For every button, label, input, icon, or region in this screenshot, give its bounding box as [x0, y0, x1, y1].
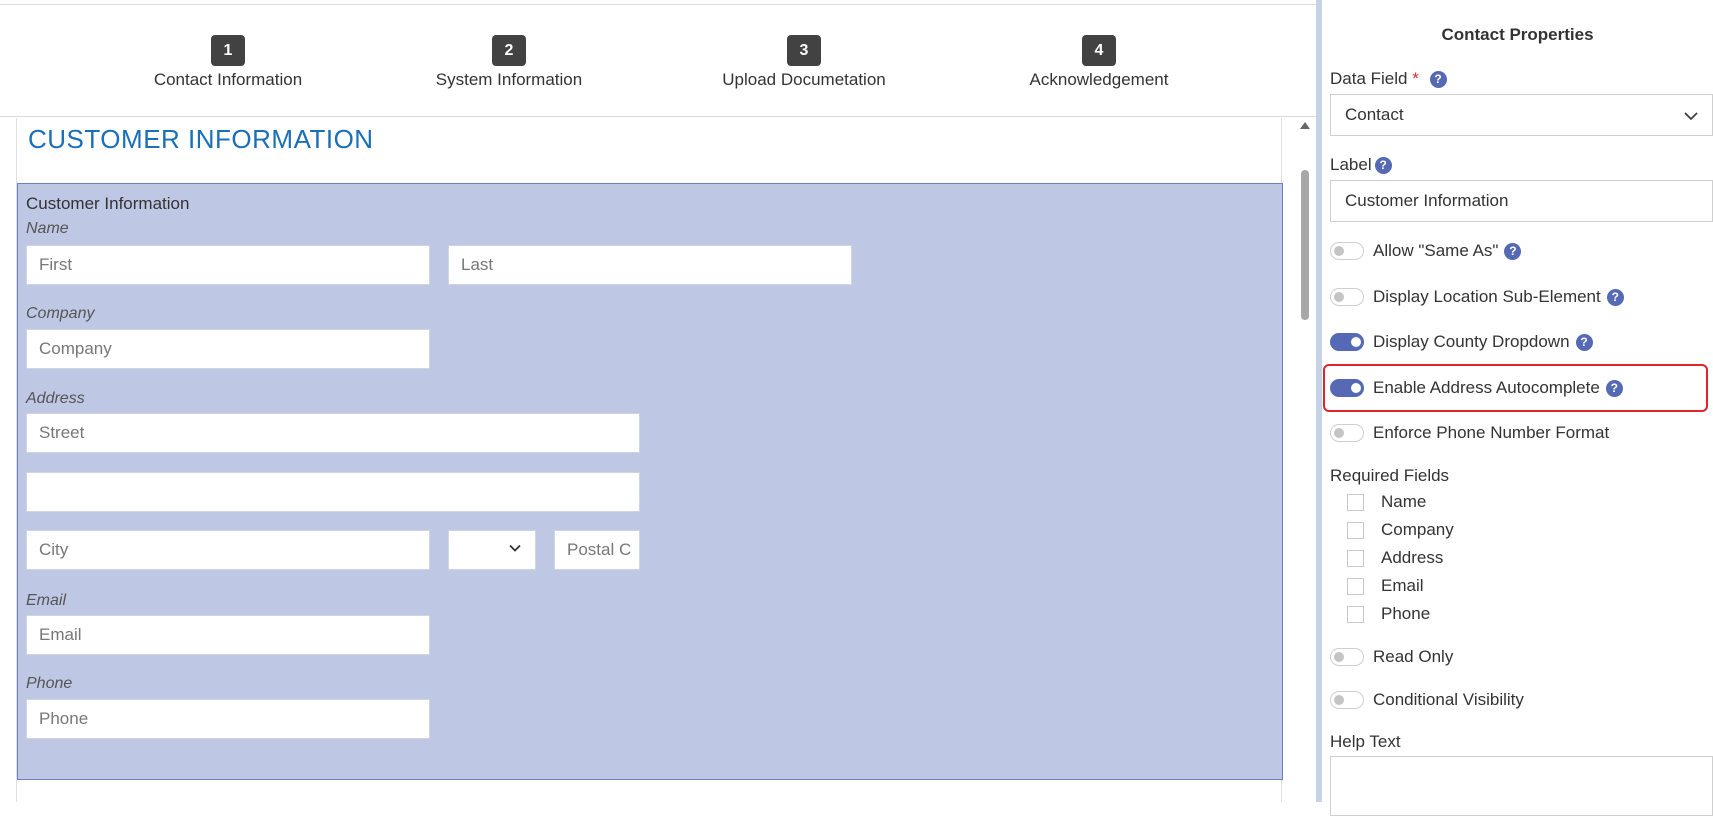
- panel-title: Contact Properties: [1441, 25, 1594, 44]
- top-divider: [0, 4, 1316, 5]
- toggle-label: Display County Dropdown: [1373, 332, 1570, 351]
- data-field-select[interactable]: Contact: [1330, 94, 1713, 136]
- checkbox-label: Name: [1381, 492, 1427, 511]
- last-name-input[interactable]: Last: [448, 245, 852, 285]
- step-label: System Information: [435, 70, 583, 89]
- step-upload-documentation[interactable]: 3 Upload Documetation: [674, 35, 934, 90]
- chevron-down-icon: [509, 544, 521, 552]
- phone-label: Phone: [26, 675, 73, 692]
- company-input[interactable]: Company: [26, 329, 430, 369]
- help-text-label: Help Text: [1330, 732, 1401, 751]
- help-icon[interactable]: ?: [1606, 288, 1624, 306]
- toggle-label: Enforce Phone Number Format: [1373, 423, 1610, 442]
- address-label: Address: [26, 390, 85, 407]
- step-label: Upload Documetation: [722, 70, 886, 89]
- state-select[interactable]: [448, 530, 536, 570]
- required-asterisk: *: [1412, 69, 1419, 88]
- step-number: 3: [787, 35, 821, 66]
- toggle-row-read-only: Read Only: [1330, 645, 1453, 669]
- conditional-visibility-toggle[interactable]: [1330, 691, 1364, 709]
- checkbox[interactable]: [1347, 549, 1364, 567]
- required-field-company[interactable]: Company: [1347, 520, 1454, 540]
- checkbox-label: Address: [1381, 548, 1444, 567]
- label-input[interactable]: Customer Information: [1330, 180, 1713, 222]
- checkbox-label: Email: [1381, 576, 1424, 595]
- label-field-label-text: Label: [1330, 155, 1372, 174]
- toggle-knob: [1334, 652, 1344, 662]
- data-field-label-text: Data Field: [1330, 69, 1408, 88]
- checkbox-label: Company: [1381, 520, 1454, 539]
- scroll-up-arrow-icon[interactable]: [1300, 122, 1310, 129]
- street-input[interactable]: Street: [26, 413, 640, 453]
- allow-same-as-toggle[interactable]: [1330, 242, 1364, 260]
- toggle-row-display-county-dropdown: Display County Dropdown ?: [1330, 330, 1593, 354]
- step-number: 1: [211, 35, 245, 66]
- required-field-name[interactable]: Name: [1347, 492, 1426, 512]
- toggle-knob: [1334, 292, 1344, 302]
- required-field-address[interactable]: Address: [1347, 548, 1443, 568]
- scroll-thumb[interactable]: [1301, 170, 1309, 320]
- chevron-down-icon: [1684, 112, 1698, 121]
- toggle-knob: [1334, 246, 1344, 256]
- help-icon[interactable]: ?: [1429, 71, 1447, 89]
- help-text-textarea[interactable]: [1330, 756, 1713, 816]
- postal-code-input[interactable]: Postal C: [554, 530, 640, 570]
- contact-element-selected[interactable]: Customer Information Name First Last Com…: [17, 183, 1283, 780]
- required-fields-label: Required Fields: [1330, 466, 1450, 485]
- help-icon[interactable]: ?: [1575, 333, 1593, 351]
- first-name-input[interactable]: First: [26, 245, 430, 285]
- company-label: Company: [26, 305, 95, 322]
- required-field-phone[interactable]: Phone: [1347, 604, 1430, 624]
- toggle-label: Display Location Sub-Element: [1373, 287, 1601, 306]
- step-acknowledgement[interactable]: 4 Acknowledgement: [969, 35, 1229, 90]
- data-field-value: Contact: [1345, 105, 1404, 124]
- checkbox[interactable]: [1347, 605, 1364, 623]
- step-label: Contact Information: [153, 70, 303, 89]
- toggle-row-enforce-phone-number-format: Enforce Phone Number Format: [1330, 421, 1609, 445]
- toggle-label: Read Only: [1373, 647, 1454, 666]
- label-field-label: Label?: [1330, 155, 1392, 175]
- toggle-knob: [1334, 695, 1344, 705]
- form-builder-area: 1 Contact Information 2 System Informati…: [0, 0, 1316, 802]
- data-field-label: Data Field * ?: [1330, 69, 1447, 89]
- toggle-row-conditional-visibility: Conditional Visibility: [1330, 688, 1524, 712]
- enforce-phone-number-format-toggle[interactable]: [1330, 424, 1364, 442]
- help-icon[interactable]: ?: [1374, 157, 1392, 175]
- toggle-label: Allow "Same As": [1373, 241, 1499, 260]
- step-system-information[interactable]: 2 System Information: [379, 35, 639, 90]
- toggle-label: Conditional Visibility: [1373, 690, 1524, 709]
- form-canvas: CUSTOMER INFORMATION Customer Informatio…: [16, 118, 1283, 802]
- highlight-box: [1323, 364, 1708, 412]
- read-only-toggle[interactable]: [1330, 648, 1364, 666]
- checkbox[interactable]: [1347, 521, 1364, 539]
- required-field-email[interactable]: Email: [1347, 576, 1424, 596]
- step-label: Acknowledgement: [1029, 70, 1169, 89]
- step-navigation: 1 Contact Information 2 System Informati…: [0, 6, 1316, 117]
- email-label: Email: [26, 592, 67, 609]
- toggle-row-display-location-sub-element: Display Location Sub-Element ?: [1330, 285, 1624, 309]
- phone-input[interactable]: Phone: [26, 699, 430, 739]
- toggle-row-allow-same-as: Allow "Same As" ?: [1330, 239, 1522, 263]
- block-title: Customer Information: [26, 194, 190, 213]
- street-line-2-input[interactable]: [26, 472, 640, 512]
- display-location-sub-element-toggle[interactable]: [1330, 288, 1364, 306]
- email-input[interactable]: Email: [26, 615, 430, 655]
- toggle-knob: [1351, 337, 1361, 347]
- canvas-scrollbar[interactable]: [1298, 118, 1312, 802]
- city-input[interactable]: City: [26, 530, 430, 570]
- step-number: 2: [492, 35, 526, 66]
- help-icon[interactable]: ?: [1504, 242, 1522, 260]
- display-county-dropdown-toggle[interactable]: [1330, 333, 1364, 351]
- checkbox[interactable]: [1347, 493, 1364, 511]
- checkbox[interactable]: [1347, 577, 1364, 595]
- step-contact-information[interactable]: 1 Contact Information: [98, 35, 358, 90]
- checkbox-label: Phone: [1381, 604, 1431, 623]
- toggle-knob: [1334, 428, 1344, 438]
- section-title: CUSTOMER INFORMATION: [28, 124, 374, 154]
- name-label: Name: [26, 220, 69, 237]
- step-number: 4: [1082, 35, 1116, 66]
